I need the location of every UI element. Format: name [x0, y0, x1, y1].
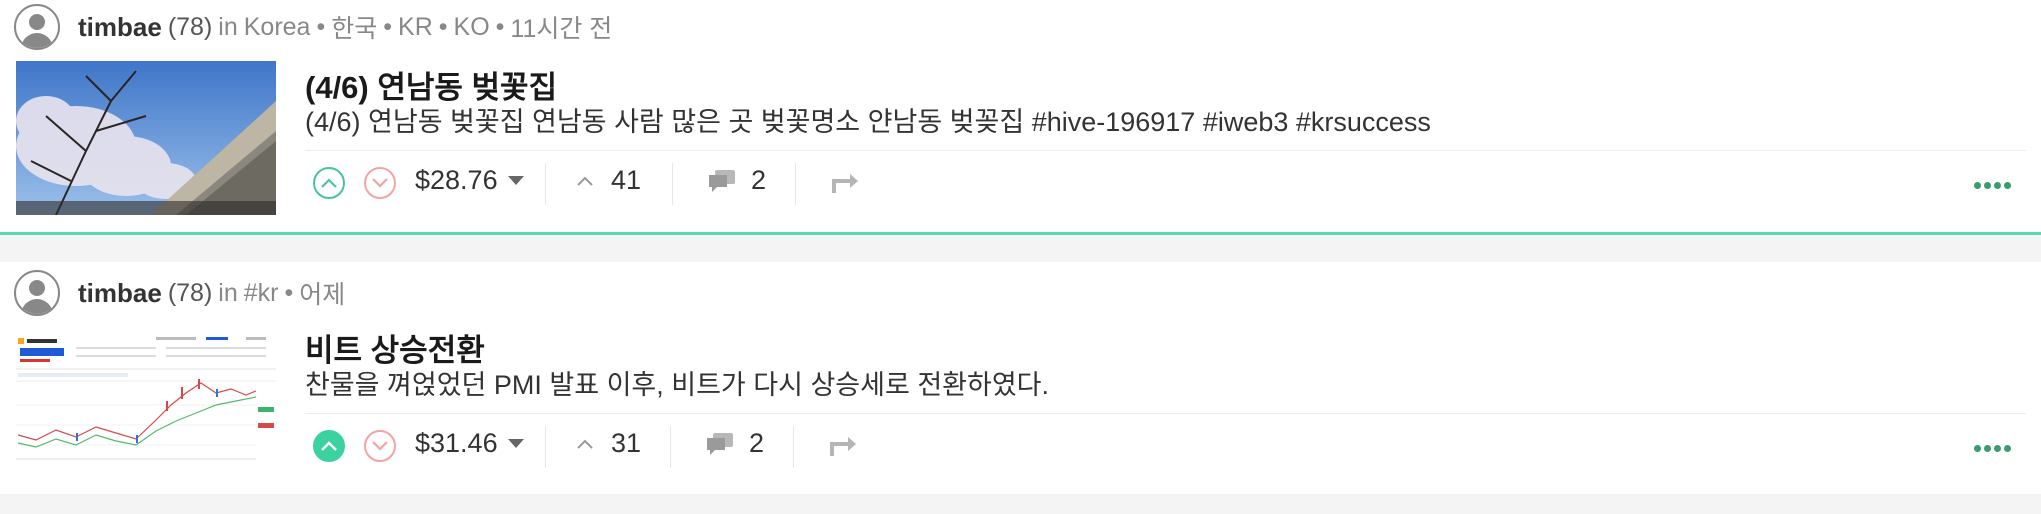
- community-link[interactable]: Korea: [244, 13, 311, 42]
- post-actions: $31.46 31 2: [305, 418, 2026, 478]
- comment-icon: [709, 169, 735, 192]
- upvote-button[interactable]: [313, 430, 345, 462]
- avatar[interactable]: [14, 4, 60, 50]
- downvote-button[interactable]: [364, 167, 396, 199]
- chevron-up-icon: [321, 178, 337, 188]
- community-prefix: in: [218, 12, 238, 41]
- author-link[interactable]: timbae: [78, 12, 162, 43]
- comment-icon: [707, 432, 733, 455]
- post-thumbnail[interactable]: [16, 335, 276, 489]
- chevron-down-icon: [372, 441, 388, 451]
- dot-icon: [1974, 445, 1981, 452]
- divider: [670, 426, 671, 468]
- community-link[interactable]: #kr: [244, 279, 279, 308]
- comments-link[interactable]: 2: [705, 428, 764, 459]
- chevron-up-icon: [577, 176, 593, 186]
- dot-icon: [2004, 445, 2011, 452]
- reputation: (78): [167, 12, 213, 41]
- comments-link[interactable]: 2: [707, 165, 766, 196]
- dot-icon: [1984, 182, 1991, 189]
- post-card: timbae (78) in #kr • 어제 비트 상승전환 찬물을 껴얹었던…: [0, 262, 2041, 494]
- more-options-button[interactable]: [1974, 182, 2011, 189]
- dot-icon: [1984, 445, 1991, 452]
- reblog-button[interactable]: [828, 432, 858, 463]
- author-link[interactable]: timbae: [78, 278, 162, 309]
- community-prefix: in: [218, 278, 238, 307]
- payout-dropdown[interactable]: $31.46: [415, 428, 524, 459]
- divider: [672, 163, 673, 205]
- dot-icon: [1994, 182, 2001, 189]
- bitcoin-chart-screenshot-icon: [16, 335, 276, 469]
- dot-icon: [1974, 182, 1981, 189]
- post-actions: $28.76 41 2: [305, 155, 2026, 215]
- reblog-icon: [832, 174, 858, 193]
- vote-count[interactable]: 41: [575, 165, 641, 196]
- divider: [545, 163, 546, 205]
- divider: [545, 426, 546, 468]
- chevron-down-icon: [372, 178, 388, 188]
- tag-link[interactable]: KR: [398, 13, 433, 42]
- divider: [795, 163, 796, 205]
- payout-value: $28.76: [415, 165, 498, 195]
- payout-dropdown[interactable]: $28.76: [415, 165, 524, 196]
- post-header: timbae (78) in #kr • 어제: [14, 269, 345, 317]
- post-time: 11시간 전: [510, 15, 613, 43]
- post-time: 어제: [299, 281, 346, 309]
- caret-down-icon: [507, 176, 524, 185]
- post-card: timbae (78) in Korea • 한국 • KR • KO • 11…: [0, 0, 2041, 232]
- post-description[interactable]: 찬물을 껴얹었던 PMI 발표 이후, 비트가 다시 상승세로 전환하였다.: [305, 363, 1049, 402]
- vote-count[interactable]: 31: [575, 428, 641, 459]
- more-options-button[interactable]: [1974, 445, 2011, 452]
- divider: [305, 413, 2026, 414]
- caret-down-icon: [507, 439, 524, 448]
- divider: [793, 426, 794, 468]
- divider: [305, 150, 2026, 151]
- reputation: (78): [167, 278, 213, 307]
- reblog-button[interactable]: [830, 169, 860, 200]
- cherry-blossom-photo-icon: [16, 61, 276, 215]
- dot-icon: [1994, 445, 2001, 452]
- chevron-up-icon: [577, 439, 593, 449]
- payout-value: $31.46: [415, 428, 498, 458]
- tag-link[interactable]: KO: [454, 13, 490, 42]
- post-header: timbae (78) in Korea • 한국 • KR • KO • 11…: [14, 3, 612, 51]
- chevron-up-icon: [321, 441, 337, 451]
- post-description[interactable]: (4/6) 연남동 벚꽃집 연남동 사람 많은 곳 벚꽃명소 얀남동 벚꽂집 #…: [305, 100, 1431, 139]
- reblog-icon: [830, 437, 856, 456]
- post-thumbnail[interactable]: [16, 61, 276, 215]
- upvote-button[interactable]: [313, 167, 345, 199]
- tag-link[interactable]: 한국: [331, 9, 377, 45]
- dot-icon: [2004, 182, 2011, 189]
- avatar[interactable]: [14, 270, 60, 316]
- downvote-button[interactable]: [364, 430, 396, 462]
- post-feed: timbae (78) in Korea • 한국 • KR • KO • 11…: [0, 0, 2041, 514]
